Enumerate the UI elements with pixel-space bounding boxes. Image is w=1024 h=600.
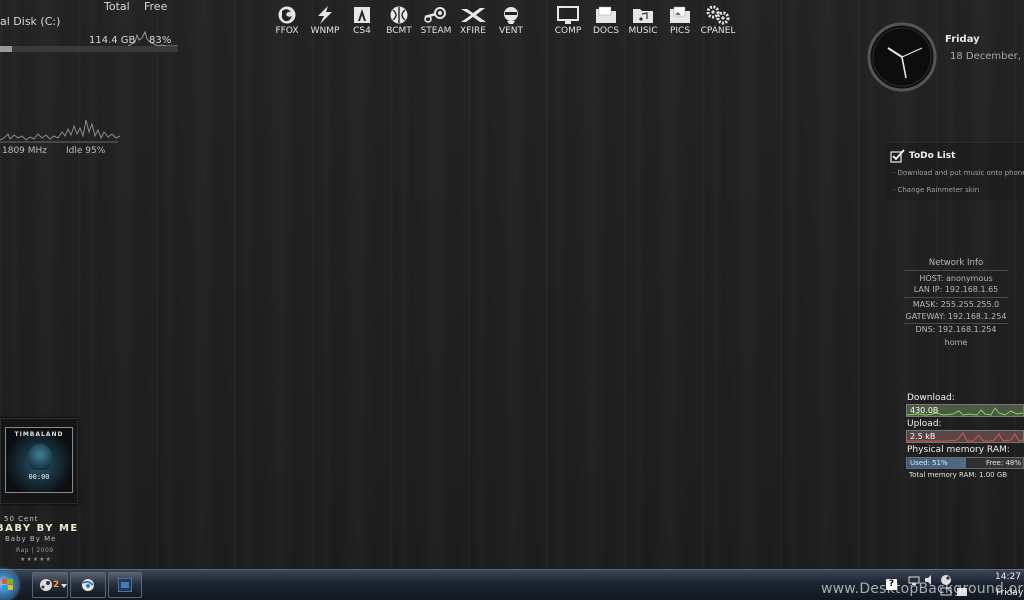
taskbar-photoshop-button[interactable]: [108, 572, 142, 598]
now-playing-widget: TIMBALAND 00:00 50 Cent BABY BY ME Baby …: [0, 418, 90, 566]
taskbar-app-button[interactable]: [70, 572, 106, 598]
ram-total: Total memory RAM: 1.00 GB: [909, 471, 1008, 479]
clock-widget: Friday 18 December, 20: [866, 20, 1024, 96]
steam-badge: 2: [53, 580, 60, 590]
todo-title: ToDo List: [909, 151, 956, 161]
launcher-label: CPANEL: [700, 26, 736, 36]
album-cover: TIMBALAND: [5, 427, 73, 493]
network-lan-ip: LAN IP: 192.168.1.65: [913, 285, 999, 294]
ram-usage-bar: Used: 51% Free: 48%: [906, 457, 1024, 469]
todo-item[interactable]: · Download and put music onto phone: [893, 169, 1024, 177]
clock-day: Friday: [945, 34, 980, 45]
network-domain: home: [944, 338, 968, 347]
divider: [904, 323, 1008, 324]
launcher-label: VENT: [498, 26, 524, 36]
checkbox-icon: [890, 149, 905, 163]
playback-time: 00:00: [28, 473, 50, 481]
network-title: Network Info: [928, 258, 984, 268]
steam-icon: [40, 579, 52, 591]
download-graph: 430.0B: [906, 404, 1024, 417]
traffic-widget: Download: 430.0B Upload: 2.5 kB Physical…: [904, 393, 1024, 483]
disk-usage-bar: [0, 46, 178, 52]
ram-used: Used: 51%: [910, 459, 948, 467]
taskbar-steam-button[interactable]: 2: [32, 572, 68, 598]
launcher-cpanel[interactable]: CPANEL: [696, 5, 740, 36]
disk-total-size: 114.4 GB: [89, 35, 136, 46]
track-album: Baby By Me: [5, 535, 57, 543]
photoshop-icon: [118, 578, 132, 592]
steam-icon: [424, 7, 446, 23]
disk-name: al Disk (C:): [0, 15, 61, 28]
watermark: www.DesktopBackground.org: [821, 581, 1024, 597]
network-mask: MASK: 255.255.255.0: [912, 300, 1000, 309]
divider: [904, 270, 1008, 271]
download-value: 430.0B: [910, 406, 939, 415]
adobe-cs4-icon: [354, 7, 370, 23]
gears-icon: [706, 5, 730, 25]
start-button[interactable]: [0, 570, 18, 600]
album-cover-frame[interactable]: TIMBALAND 00:00: [0, 418, 78, 504]
xfire-icon: [461, 8, 486, 22]
album-cover-band: TIMBALAND: [14, 431, 64, 438]
upload-graph: 2.5 kB: [906, 430, 1024, 443]
upload-label: Upload:: [907, 419, 942, 429]
track-title: BABY BY ME: [0, 523, 79, 534]
network-info-widget: Network Info HOST: anonymous LAN IP: 192…: [896, 256, 1016, 352]
album-cover-portrait: [28, 444, 52, 470]
disk-header-free: Free: [144, 0, 168, 13]
bitcomet-icon: [390, 6, 408, 24]
divider: [904, 297, 1008, 298]
download-label: Download:: [907, 393, 955, 403]
network-gateway: GATEWAY: 192.168.1.254: [905, 312, 1007, 321]
folder-icon: [596, 6, 616, 23]
network-host: HOST: anonymous: [919, 274, 993, 283]
disk-usage-bar-fill: [0, 46, 13, 52]
windows-logo-icon: [2, 579, 13, 590]
chevron-down-icon[interactable]: [61, 584, 67, 588]
network-dns: DNS: 192.168.1.254: [915, 325, 997, 334]
firefox-icon: [278, 6, 296, 24]
cpu-speed: 1809 MHz: [2, 146, 48, 156]
winamp-icon: [318, 6, 332, 24]
analog-clock-icon: [867, 22, 937, 92]
cpu-idle: Idle 95%: [66, 146, 106, 156]
todo-item[interactable]: · Change Rainmeter skin: [893, 186, 979, 194]
disk-usage-widget: Total Free al Disk (C:) 114.4 GB 83%: [0, 0, 180, 60]
clock-date: 18 December, 20: [950, 51, 1024, 62]
disk-header-total: Total: [104, 0, 130, 13]
todo-widget: ToDo List · Download and put music onto …: [886, 142, 1024, 200]
ram-free: Free: 48%: [986, 459, 1021, 467]
ram-label: Physical memory RAM:: [907, 445, 1010, 455]
computer-icon: [557, 6, 579, 24]
music-folder-icon: [633, 9, 653, 23]
pictures-folder-icon: [670, 6, 690, 23]
launcher-vent[interactable]: VENT: [489, 5, 533, 36]
ventrilo-icon: [504, 7, 518, 24]
upload-value: 2.5 kB: [910, 432, 936, 441]
disk-free-percent: 83%: [149, 35, 172, 46]
cpu-activity-graph: [0, 119, 121, 143]
track-artist: 50 Cent: [4, 515, 39, 523]
track-rating[interactable]: ★★★★★: [20, 556, 52, 563]
app-globe-icon: [82, 579, 94, 591]
cpu-widget: 1809 MHz Idle 95%: [0, 112, 130, 160]
track-genre-year: Rap | 2009: [16, 547, 54, 554]
